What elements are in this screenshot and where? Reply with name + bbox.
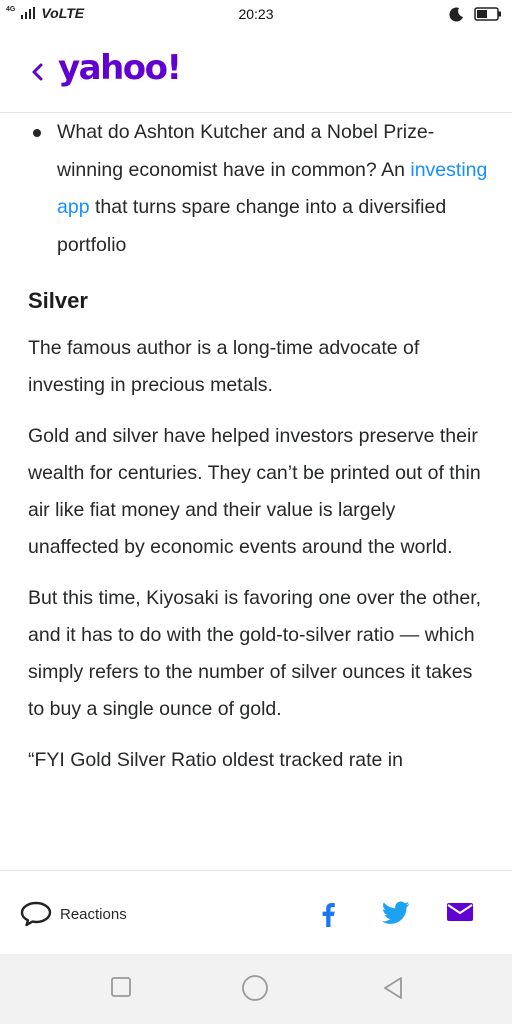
moon-icon (449, 7, 463, 22)
bullet-text-before: What do Ashton Kutcher and a Nobel Prize… (57, 121, 435, 181)
article-content: What do Ashton Kutcher and a Nobel Prize… (0, 112, 512, 870)
back-nav-button[interactable] (381, 975, 405, 1006)
status-bar: 4G VoLTE 20:23 (0, 0, 512, 30)
triangle-back-icon (384, 977, 402, 999)
yahoo-logo: yahoo! (58, 48, 182, 88)
square-icon (111, 977, 131, 997)
bullet-item: What do Ashton Kutcher and a Nobel Prize… (0, 114, 512, 264)
email-share-button[interactable] (446, 901, 474, 928)
system-nav-bar (0, 954, 512, 1024)
reactions-button[interactable]: Reactions (20, 901, 127, 927)
facebook-share-button[interactable] (318, 901, 338, 932)
back-button[interactable] (26, 60, 50, 84)
paragraph: Gold and silver have helped investors pr… (28, 425, 481, 558)
reactions-label: Reactions (60, 905, 127, 923)
status-right (448, 6, 502, 22)
mail-icon (447, 903, 473, 921)
paragraph: “FYI Gold Silver Ratio oldest tracked ra… (28, 749, 403, 771)
bullet-text-after: that turns spare change into a diversifi… (57, 196, 447, 256)
bottom-action-bar: Reactions (0, 870, 512, 955)
section-heading: Silver (28, 288, 88, 313)
recents-button[interactable] (110, 976, 132, 1003)
twitter-share-button[interactable] (381, 901, 410, 930)
circle-icon (242, 975, 268, 1001)
chevron-left-icon (32, 63, 43, 81)
paragraph: The famous author is a long-time advocat… (28, 337, 420, 396)
paragraph: But this time, Kiyosaki is favoring one … (28, 587, 482, 720)
status-time: 20:23 (238, 6, 274, 22)
home-button[interactable] (241, 974, 269, 1007)
comment-bubble-icon (20, 901, 52, 927)
facebook-icon (322, 903, 335, 927)
bullet-dot (33, 129, 41, 137)
top-bar: yahoo! (0, 30, 512, 113)
bullet-list: What do Ashton Kutcher and a Nobel Prize… (0, 114, 512, 264)
twitter-icon (381, 901, 410, 924)
battery-icon (474, 7, 501, 21)
